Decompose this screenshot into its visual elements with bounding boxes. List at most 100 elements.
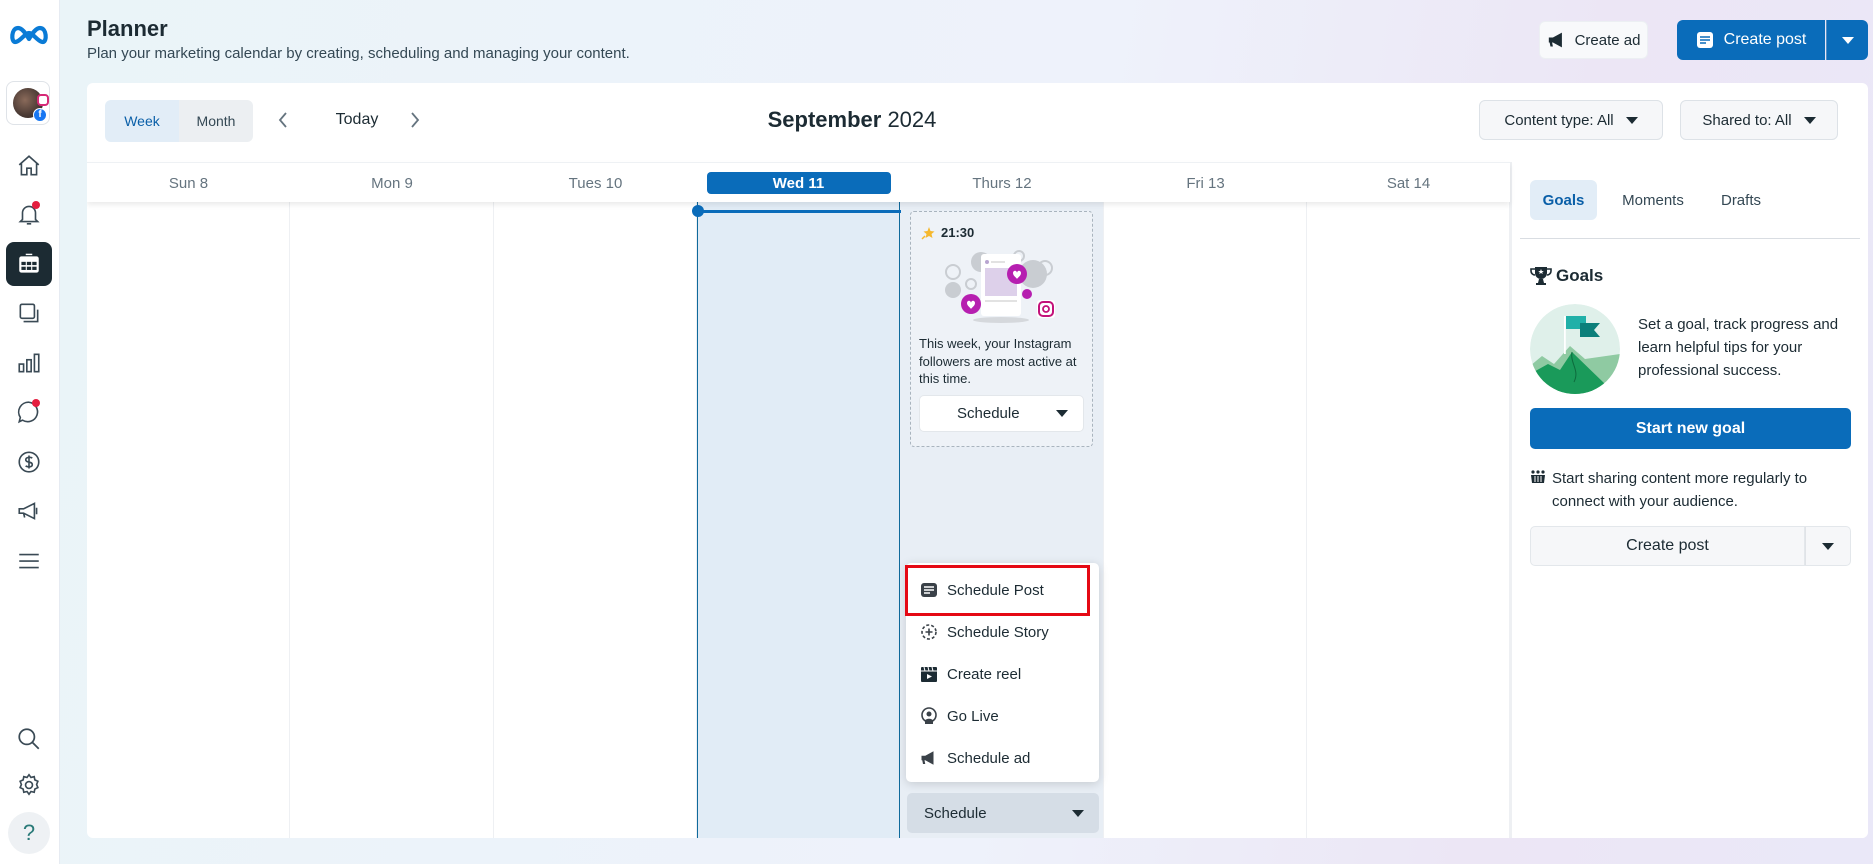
chevron-down-icon [1056,410,1068,417]
day-label: Tues 10 [568,174,623,192]
menu-item-label: Go Live [947,707,999,725]
day-header-fri[interactable]: Fri 13 [1104,163,1307,203]
goals-heading-label: Goals [1556,266,1604,285]
day-header-thu[interactable]: Thurs 12 [900,163,1104,203]
help-icon: ? [22,820,36,845]
reel-icon [921,666,937,682]
day-column-wed[interactable] [697,202,900,838]
trophy-icon [1530,267,1552,285]
goals-description: Set a goal, track progress and learn hel… [1638,316,1839,379]
day-label: Sun 8 [168,174,209,192]
nav-search[interactable] [6,717,52,761]
suggestion-schedule-button[interactable]: Schedule [919,395,1084,432]
schedule-label: Schedule [957,405,1020,422]
menu-item-schedule-post[interactable]: Schedule Post [906,570,1099,610]
tab-goals[interactable]: Goals [1530,180,1597,220]
account-avatar[interactable]: f [6,81,50,125]
tab-moments[interactable]: Moments [1608,180,1698,220]
day-column-mon[interactable] [290,202,494,838]
megaphone-icon [921,751,934,765]
start-new-goal-button[interactable]: Start new goal [1530,408,1851,449]
day-header-tue[interactable]: Tues 10 [494,163,697,203]
chevron-down-icon [1841,36,1854,44]
profile-photo: f [13,88,49,122]
chevron-down-icon [1803,116,1816,124]
shared-to-filter[interactable]: Shared to: All [1680,100,1838,140]
create-ad-button[interactable]: Create ad [1539,21,1648,59]
nav-ads[interactable] [6,489,52,533]
day-column-fri[interactable] [1104,202,1307,838]
story-icon [921,624,937,640]
create-post-dropdown-button[interactable] [1826,20,1868,60]
nav-monetization[interactable] [6,440,52,484]
gear-icon [19,773,39,796]
panel-create-post-dropdown[interactable] [1805,526,1851,566]
live-icon [921,707,937,724]
menu-item-label: Schedule Story [947,623,1049,641]
right-panel: Goals Moments Drafts Goals Set a goal, t… [1510,162,1868,838]
planner-card: Week Month Today September 2024 Content … [87,83,1868,838]
megaphone-icon [1548,32,1562,48]
tab-drafts[interactable]: Drafts [1708,180,1774,220]
goals-heading: Goals [1530,266,1603,286]
panel-create-post-button[interactable]: Create post [1530,526,1805,566]
create-post-label: Create post [1723,31,1807,48]
create-ad-label: Create ad [1574,31,1641,49]
mountain-flag-illustration [1530,304,1620,394]
menu-item-create-reel[interactable]: Create reel [906,654,1099,694]
calendar-grid-icon [19,253,39,273]
day-header-mon[interactable]: Mon 9 [290,163,494,203]
meta-logo-icon[interactable] [9,22,49,48]
hamburger-menu-icon [19,553,39,569]
year: 2024 [887,107,937,132]
menu-item-schedule-story[interactable]: Schedule Story [906,612,1099,652]
nav-content[interactable] [6,292,52,336]
nav-settings[interactable] [6,763,52,807]
megaphone-icon [18,502,38,520]
menu-item-label: Schedule ad [947,749,1031,767]
day-header-sat[interactable]: Sat 14 [1307,163,1510,203]
search-icon [18,728,40,750]
day-label: Fri 13 [1186,174,1225,192]
instagram-engagement-illustration [945,250,1055,323]
current-time-line [698,210,901,213]
help-button[interactable]: ? [8,812,50,854]
nav-inbox[interactable] [6,390,52,434]
create-post-button[interactable]: Create post [1677,20,1825,60]
schedule-dropdown-menu: Schedule Post Schedule Story Create reel… [905,563,1099,782]
suggested-time-label: 21:30 [941,225,975,240]
suggested-time: 21:30 [921,225,974,240]
page-subtitle: Plan your marketing calendar by creating… [87,45,630,62]
nav-insights[interactable] [6,341,52,385]
nav-home[interactable] [6,144,52,188]
shared-to-filter-label: Shared to: All [1702,111,1792,129]
day-column-sun[interactable] [87,202,290,838]
day-header-wed-today[interactable]: Wed 11 [697,163,900,203]
post-icon [1696,32,1713,48]
page-title: Planner [87,16,168,41]
nav-all-tools[interactable] [6,539,52,583]
content-type-filter[interactable]: Content type: All [1479,100,1663,140]
chevron-down-icon [1072,809,1084,817]
nav-planner[interactable] [6,242,52,286]
day-column-sat[interactable] [1307,202,1510,838]
audience-crown-icon [1531,470,1545,483]
goal-tip: Start sharing content more regularly to … [1530,467,1850,513]
sparkle-star-icon [921,226,935,240]
menu-item-schedule-ad[interactable]: Schedule ad [906,738,1099,778]
day-label: Mon 9 [371,174,413,192]
menu-item-label: Create reel [947,665,1022,683]
nav-notifications[interactable] [6,192,52,236]
chevron-down-icon [1625,116,1638,124]
day-column-tue[interactable] [494,202,697,838]
day-header-row: Sun 8 Mon 9 Tues 10 Wed 11 Thurs 12 Fri … [87,162,1510,202]
suggestion-description: This week, your Instagram followers are … [919,336,1077,386]
current-month-label: September 2024 [87,107,1617,133]
schedule-label: Schedule [924,804,987,822]
schedule-dropdown-button[interactable]: Schedule [907,793,1099,833]
day-header-sun[interactable]: Sun 8 [87,163,290,203]
goal-tip-text: Start sharing content more regularly to … [1552,470,1808,510]
facebook-badge-icon: f [33,108,47,122]
month-name: September [767,107,882,132]
menu-item-go-live[interactable]: Go Live [906,696,1099,736]
